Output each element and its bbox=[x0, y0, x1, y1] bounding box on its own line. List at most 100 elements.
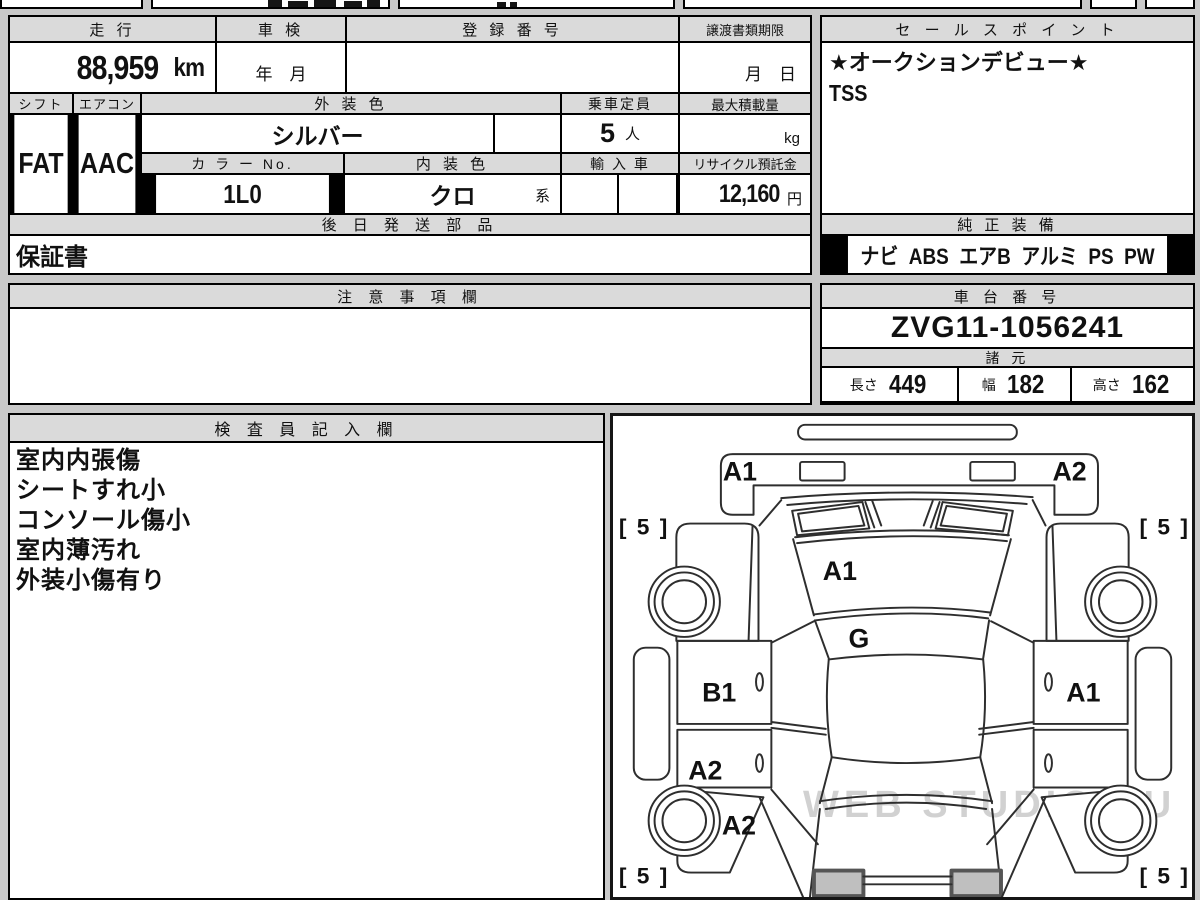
inspector-line: 外装小傷有り bbox=[16, 567, 166, 594]
spec-height-cell: 高さ 162 bbox=[1072, 368, 1193, 401]
damage-diagram-box: WEB STUDIO.RU A1 A2 [5] [5] A1 G B1 … bbox=[610, 413, 1195, 900]
inspector-line: コンソール傷小 bbox=[16, 507, 191, 534]
vehicle-info-table: 走 行 車 検 登 録 番 号 譲渡書類期限 88,959 km 年 月 月 日… bbox=[8, 15, 812, 275]
trunk-rear bbox=[808, 808, 1003, 897]
cutoff-glyph-fragment bbox=[314, 0, 336, 7]
chassis-header: 車 台 番 号 bbox=[822, 285, 1193, 307]
sales-point-panel: セ ー ル ス ポ イ ン ト ★オークションデビュー★ TSS 純 正 装 備… bbox=[820, 15, 1195, 275]
cutoff-glyph-fragment bbox=[344, 1, 362, 7]
taillight-right bbox=[949, 868, 1003, 897]
inspector-line: 室内薄汚れ bbox=[16, 537, 141, 564]
cutoff-glyph-fragment bbox=[367, 0, 380, 7]
damage-label-windshield: G bbox=[849, 624, 870, 654]
wheel-rear-left bbox=[647, 784, 721, 857]
transfer-deadline-header: 譲渡書類期限 bbox=[680, 17, 810, 41]
tire-tread-front-right: [ 5 ] bbox=[1140, 514, 1190, 539]
equipment-header: 純 正 装 備 bbox=[822, 215, 1193, 234]
chassis-panel: 車 台 番 号 ZVG11-1056241 諸 元 長さ 449 幅 182 高… bbox=[820, 283, 1195, 405]
registration-header: 登 録 番 号 bbox=[347, 17, 678, 41]
color-no-value: 1L0 bbox=[156, 175, 329, 213]
spec-height-label: 高さ bbox=[1092, 376, 1121, 393]
inspector-box: 検 査 員 記 入 欄 室内内張傷 シートすれ小 コンソール傷小 室内薄汚れ 外… bbox=[8, 413, 605, 900]
cutoff-glyph-fragment bbox=[268, 0, 282, 7]
imported-cell-a bbox=[562, 175, 617, 213]
door-handle-icon bbox=[1044, 753, 1053, 773]
rear-window bbox=[818, 756, 994, 810]
headlight-left bbox=[799, 460, 846, 482]
door-handle-icon bbox=[755, 753, 764, 773]
equipment-value: ナビ ABS エアB アルミ PS PW bbox=[847, 236, 1168, 273]
mileage-value: 88,959 bbox=[77, 48, 160, 86]
cutoff-glyph-fragment bbox=[510, 2, 517, 7]
spec-height-value: 162 bbox=[1131, 369, 1170, 399]
color-no-header: カ ラ ー No. bbox=[142, 154, 343, 173]
notes-header: 注 意 事 項 欄 bbox=[10, 285, 810, 307]
registration-cell bbox=[347, 43, 678, 92]
tire-tread-rear-right: [ 5 ] bbox=[1140, 863, 1190, 888]
max-load-cell: kg bbox=[680, 115, 810, 152]
sales-point-line2: TSS bbox=[829, 80, 868, 106]
front-bumper bbox=[719, 423, 1099, 516]
inspector-header: 検 査 員 記 入 欄 bbox=[10, 415, 603, 441]
damage-label-hood: A1 bbox=[823, 556, 857, 586]
capacity-unit: 人 bbox=[625, 126, 641, 143]
imported-cell-b bbox=[619, 175, 676, 213]
exterior-color-sub-cell bbox=[495, 115, 560, 152]
shift-header: シフト bbox=[10, 94, 72, 113]
transfer-deadline-cell: 月 日 bbox=[680, 43, 810, 92]
damage-label-front-right: A2 bbox=[1052, 457, 1086, 487]
spec-width-label: 幅 bbox=[981, 376, 996, 393]
inspector-line: 室内内張傷 bbox=[16, 447, 141, 474]
damage-label-door-front-right: A1 bbox=[1066, 678, 1100, 708]
imported-header: 輸 入 車 bbox=[562, 154, 678, 173]
spec-width-value: 182 bbox=[1006, 369, 1045, 399]
notes-body bbox=[10, 309, 810, 403]
specs-header: 諸 元 bbox=[822, 349, 1193, 366]
chassis-no: ZVG11-1056241 bbox=[822, 309, 1193, 347]
cutoff-cell bbox=[1090, 0, 1137, 9]
inspection-cell: 年 月 bbox=[217, 43, 345, 92]
recycle-header: リサイクル預託金 bbox=[680, 154, 810, 173]
later-parts-header: 後 日 発 送 部 品 bbox=[10, 215, 810, 234]
cowl bbox=[813, 619, 991, 660]
cutoff-cell bbox=[0, 0, 143, 9]
mileage-unit: km bbox=[173, 52, 205, 82]
interior-color-value: クロ bbox=[429, 183, 476, 209]
inspector-line: シートすれ小 bbox=[16, 477, 166, 504]
windshield bbox=[758, 491, 1047, 537]
door-rear-right bbox=[1032, 728, 1129, 789]
cutoff-glyph-fragment bbox=[288, 1, 308, 7]
mileage-header: 走 行 bbox=[10, 17, 215, 41]
capacity-value: 5 bbox=[599, 118, 615, 148]
door-handle-icon bbox=[755, 672, 764, 692]
tire-tread-rear-left: [ 5 ] bbox=[619, 863, 669, 888]
cutoff-glyph-fragment bbox=[497, 2, 506, 7]
spec-width-cell: 幅 182 bbox=[959, 368, 1070, 401]
sales-point-body: ★オークションデビュー★ TSS bbox=[822, 43, 1193, 213]
exterior-color-value: シルバー bbox=[142, 115, 493, 152]
wheel-front-left bbox=[647, 565, 721, 638]
cutoff-cell bbox=[683, 0, 1082, 9]
sales-point-line1: ★オークションデビュー★ bbox=[829, 50, 1089, 75]
max-load-header: 最大積載量 bbox=[680, 94, 810, 113]
spec-length-label: 長さ bbox=[849, 376, 878, 393]
aircon-header: エアコン bbox=[74, 94, 140, 113]
capacity-header: 乗車定員 bbox=[562, 94, 678, 113]
shift-value: FAT bbox=[14, 115, 68, 213]
damage-label-front-left: A1 bbox=[723, 457, 757, 487]
capacity-cell: 5 人 bbox=[562, 115, 678, 152]
car-diagram-svg: A1 A2 [ 5 ] [ 5 ] A1 G B1 A1 A2 A2 [ 5 ]… bbox=[619, 423, 1190, 897]
interior-color-header: 内 装 色 bbox=[345, 154, 560, 173]
headlight-right bbox=[969, 460, 1016, 482]
cutoff-cell bbox=[1145, 0, 1195, 9]
aircon-value: AAC bbox=[78, 115, 136, 213]
damage-label-fender-rear-left: A2 bbox=[722, 811, 756, 841]
damage-label-door-rear-left: A2 bbox=[688, 756, 722, 786]
recycle-value: 12,160 bbox=[718, 179, 780, 208]
auction-sheet-page: 走 行 車 検 登 録 番 号 譲渡書類期限 88,959 km 年 月 月 日… bbox=[0, 0, 1200, 900]
later-parts-value: 保証書 bbox=[10, 236, 810, 273]
tire-tread-front-left: [ 5 ] bbox=[619, 514, 669, 539]
mileage-cell: 88,959 km bbox=[10, 43, 215, 92]
recycle-unit: 円 bbox=[786, 190, 802, 208]
inspector-body: 室内内張傷 シートすれ小 コンソール傷小 室内薄汚れ 外装小傷有り bbox=[10, 443, 603, 898]
